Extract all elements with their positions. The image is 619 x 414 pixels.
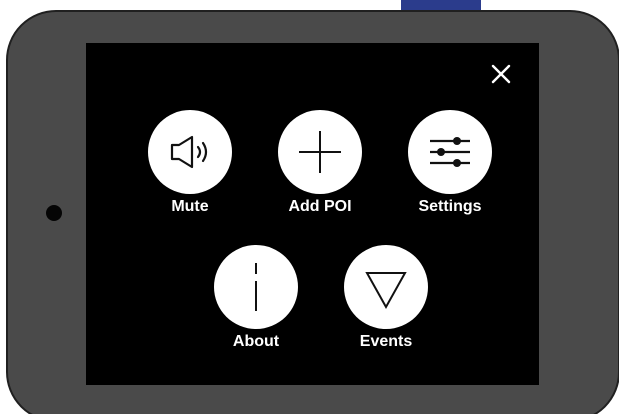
- add-poi-label: Add POI: [288, 198, 352, 215]
- mute-label: Mute: [171, 198, 209, 215]
- add-poi-circle: [278, 110, 362, 194]
- close-button[interactable]: [486, 59, 516, 89]
- add-poi-button[interactable]: Add POI: [270, 110, 370, 230]
- settings-button[interactable]: Settings: [400, 110, 500, 230]
- device-frame: Mute Add POI Settings About Events: [6, 10, 619, 414]
- info-icon: [255, 263, 257, 311]
- settings-circle: [408, 110, 492, 194]
- camera-dot: [46, 205, 62, 221]
- sliders-icon: [430, 137, 470, 167]
- about-button[interactable]: About: [206, 245, 306, 365]
- events-circle: [344, 245, 428, 329]
- events-button[interactable]: Events: [336, 245, 436, 365]
- triangle-down-icon: [365, 272, 407, 310]
- mute-button[interactable]: Mute: [140, 110, 240, 230]
- stage: Mute Add POI Settings About Events: [0, 0, 619, 414]
- speaker-icon: [170, 135, 208, 169]
- about-circle: [214, 245, 298, 329]
- close-icon: [491, 64, 511, 84]
- plus-icon: [299, 131, 341, 173]
- events-label: Events: [359, 333, 413, 350]
- mute-circle: [148, 110, 232, 194]
- about-label: About: [232, 333, 280, 350]
- menu-screen: Mute Add POI Settings About Events: [86, 43, 539, 385]
- settings-label: Settings: [418, 198, 482, 215]
